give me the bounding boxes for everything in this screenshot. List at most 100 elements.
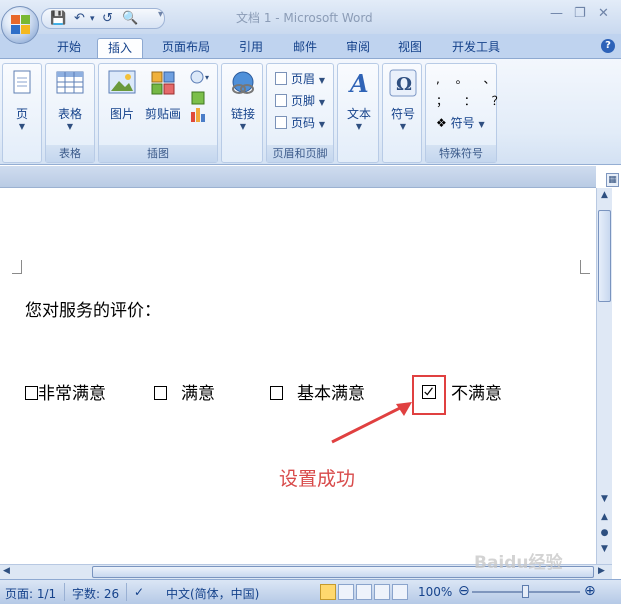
pages-button[interactable]: 页 ▼ xyxy=(7,68,37,131)
annotation-arrow xyxy=(331,402,412,444)
survey-question: 您对服务的评价： xyxy=(25,301,161,321)
clipart-icon xyxy=(151,71,175,95)
restore-icon[interactable]: ❐ xyxy=(574,6,586,21)
group-pages: 页 ▼ xyxy=(2,63,42,163)
clipart-label: 剪贴画 xyxy=(144,107,181,121)
print-preview-icon[interactable]: 🔍 xyxy=(122,11,138,26)
zoom-in-icon[interactable]: ⊕ xyxy=(584,583,596,599)
print-layout-view-icon[interactable] xyxy=(320,584,336,600)
option-very-satisfied[interactable]: 非常满意 xyxy=(25,379,106,404)
status-page[interactable]: 页面: 1/1 xyxy=(5,585,56,602)
shapes-smartart-chart-icons[interactable]: ▾ xyxy=(189,68,211,128)
outline-view-icon[interactable] xyxy=(374,584,390,600)
svg-text:▾: ▾ xyxy=(205,73,209,82)
tab-developer[interactable]: 开发工具 xyxy=(442,38,510,58)
special-symbol-button[interactable]: ❖ 符号 ▼ xyxy=(436,114,485,132)
tab-page-layout[interactable]: 页面布局 xyxy=(152,38,220,58)
web-layout-view-icon[interactable] xyxy=(356,584,372,600)
group-tables-label: 表格 xyxy=(46,145,94,162)
previous-page-icon[interactable]: ▲ xyxy=(598,512,611,526)
highlight-checked-box xyxy=(412,375,446,415)
tab-insert[interactable]: 插入 xyxy=(97,38,143,58)
save-icon[interactable]: 💾 xyxy=(50,11,66,26)
minimize-icon[interactable]: — xyxy=(550,6,563,21)
full-screen-reading-view-icon[interactable] xyxy=(338,584,354,600)
special-symbols-row-1[interactable]: , 。 、 xyxy=(436,70,501,88)
group-illustrations-label: 插图 xyxy=(99,145,217,162)
unchecked-box-icon[interactable] xyxy=(25,386,38,400)
header-icon xyxy=(275,72,287,85)
document-page[interactable] xyxy=(0,188,596,564)
picture-button[interactable]: 图片 xyxy=(105,68,139,122)
tab-references[interactable]: 引用 xyxy=(230,38,272,58)
close-icon[interactable]: ✕ xyxy=(598,6,609,21)
special-symbols-row-2[interactable]: ； ： ？ xyxy=(436,92,510,110)
tab-view[interactable]: 视图 xyxy=(389,38,431,58)
vertical-scrollbar[interactable]: ▲ ▼ ▲ ● ▼ xyxy=(596,188,612,564)
vertical-scroll-thumb[interactable] xyxy=(598,210,611,302)
scroll-right-icon[interactable]: ▶ xyxy=(598,566,605,576)
redo-icon[interactable]: ↺ xyxy=(102,11,113,26)
tab-home[interactable]: 开始 xyxy=(48,38,90,58)
group-links: 链接 ▼ xyxy=(221,63,263,163)
text-label: 文本 xyxy=(346,107,371,121)
undo-icon[interactable]: ↶ xyxy=(74,11,85,26)
group-special-symbols-label: 特殊符号 xyxy=(426,145,496,162)
unchecked-box-icon[interactable] xyxy=(270,386,283,400)
zoom-slider-thumb[interactable] xyxy=(522,585,529,598)
title-bar: 💾 ↶ ▾ ↺ 🔍 ▾ 文档 1 - Microsoft Word — ❐ ✕ xyxy=(0,0,621,34)
window-title: 文档 1 - Microsoft Word xyxy=(236,11,373,25)
checked-box-icon[interactable] xyxy=(422,385,436,399)
help-icon[interactable]: ? xyxy=(601,39,615,53)
group-text: A 文本 ▼ xyxy=(337,63,379,163)
view-ruler-icon[interactable]: ▦ xyxy=(606,173,619,187)
links-label: 链接 xyxy=(230,107,255,121)
draft-view-icon[interactable] xyxy=(392,584,408,600)
text-button[interactable]: A 文本 ▼ xyxy=(343,68,375,131)
watermark: Baidu经验 xyxy=(474,553,563,573)
status-bar: 页面: 1/1 字数: 26 ✓ 中文(简体，中国) 100% ⊖ ⊕ xyxy=(0,579,621,604)
header-button[interactable]: 页眉 ▼ xyxy=(275,70,325,88)
office-logo-icon xyxy=(11,15,31,35)
next-page-icon[interactable]: ▼ xyxy=(598,544,611,558)
page-number-icon xyxy=(275,116,287,129)
table-icon xyxy=(56,71,84,94)
ribbon-tabs: 开始 插入 页面布局 引用 邮件 审阅 视图 开发工具 ? xyxy=(0,34,621,58)
footer-button[interactable]: 页脚 ▼ xyxy=(275,92,325,110)
status-language[interactable]: 中文(简体，中国) xyxy=(166,585,259,602)
links-dropdown-icon: ▼ xyxy=(239,122,247,131)
omega-icon: Ω xyxy=(389,69,417,97)
link-icon xyxy=(232,71,254,94)
symbol-label: 符号 xyxy=(390,107,415,121)
undo-dropdown-icon[interactable]: ▾ xyxy=(90,14,95,24)
proofing-icon[interactable]: ✓ xyxy=(134,585,144,599)
picture-icon xyxy=(108,70,136,94)
clipart-button[interactable]: 剪贴画 xyxy=(143,68,183,122)
scroll-up-icon[interactable]: ▲ xyxy=(598,190,611,204)
check-mark-icon xyxy=(424,387,433,396)
scroll-down-icon[interactable]: ▼ xyxy=(598,494,611,508)
option-dissatisfied-label: 不满意 xyxy=(451,384,502,404)
symbol-button[interactable]: Ω 符号 ▼ xyxy=(387,68,419,131)
option-satisfied[interactable]: 满意 xyxy=(154,379,215,404)
office-button[interactable] xyxy=(1,6,39,44)
zoom-out-icon[interactable]: ⊖ xyxy=(458,583,470,599)
svg-text:Ω: Ω xyxy=(396,74,412,95)
browse-object-icon[interactable]: ● xyxy=(598,528,611,542)
tab-review[interactable]: 审阅 xyxy=(337,38,379,58)
symbol-dropdown-icon: ▼ xyxy=(399,122,407,131)
customize-toolbar-icon[interactable]: ▾ xyxy=(158,9,163,20)
zoom-level[interactable]: 100% xyxy=(418,585,452,599)
page-number-button[interactable]: 页码 ▼ xyxy=(275,114,325,132)
text-icon: A xyxy=(348,69,369,98)
unchecked-box-icon[interactable] xyxy=(154,386,167,400)
ribbon: 页 ▼ 表格 ▼ 表格 图片 剪贴画 ▾ 插图 链接 ▼ 页眉 ▼ 页脚 ▼ 页… xyxy=(0,58,621,165)
footer-icon xyxy=(275,94,287,107)
tab-mailings[interactable]: 邮件 xyxy=(284,38,326,58)
links-button[interactable]: 链接 ▼ xyxy=(227,68,259,131)
margin-corner-right xyxy=(580,260,590,274)
pages-dropdown-icon: ▼ xyxy=(18,122,26,131)
scroll-left-icon[interactable]: ◀ xyxy=(3,566,10,576)
table-button[interactable]: 表格 ▼ xyxy=(54,68,86,131)
status-word-count[interactable]: 字数: 26 xyxy=(72,585,119,602)
